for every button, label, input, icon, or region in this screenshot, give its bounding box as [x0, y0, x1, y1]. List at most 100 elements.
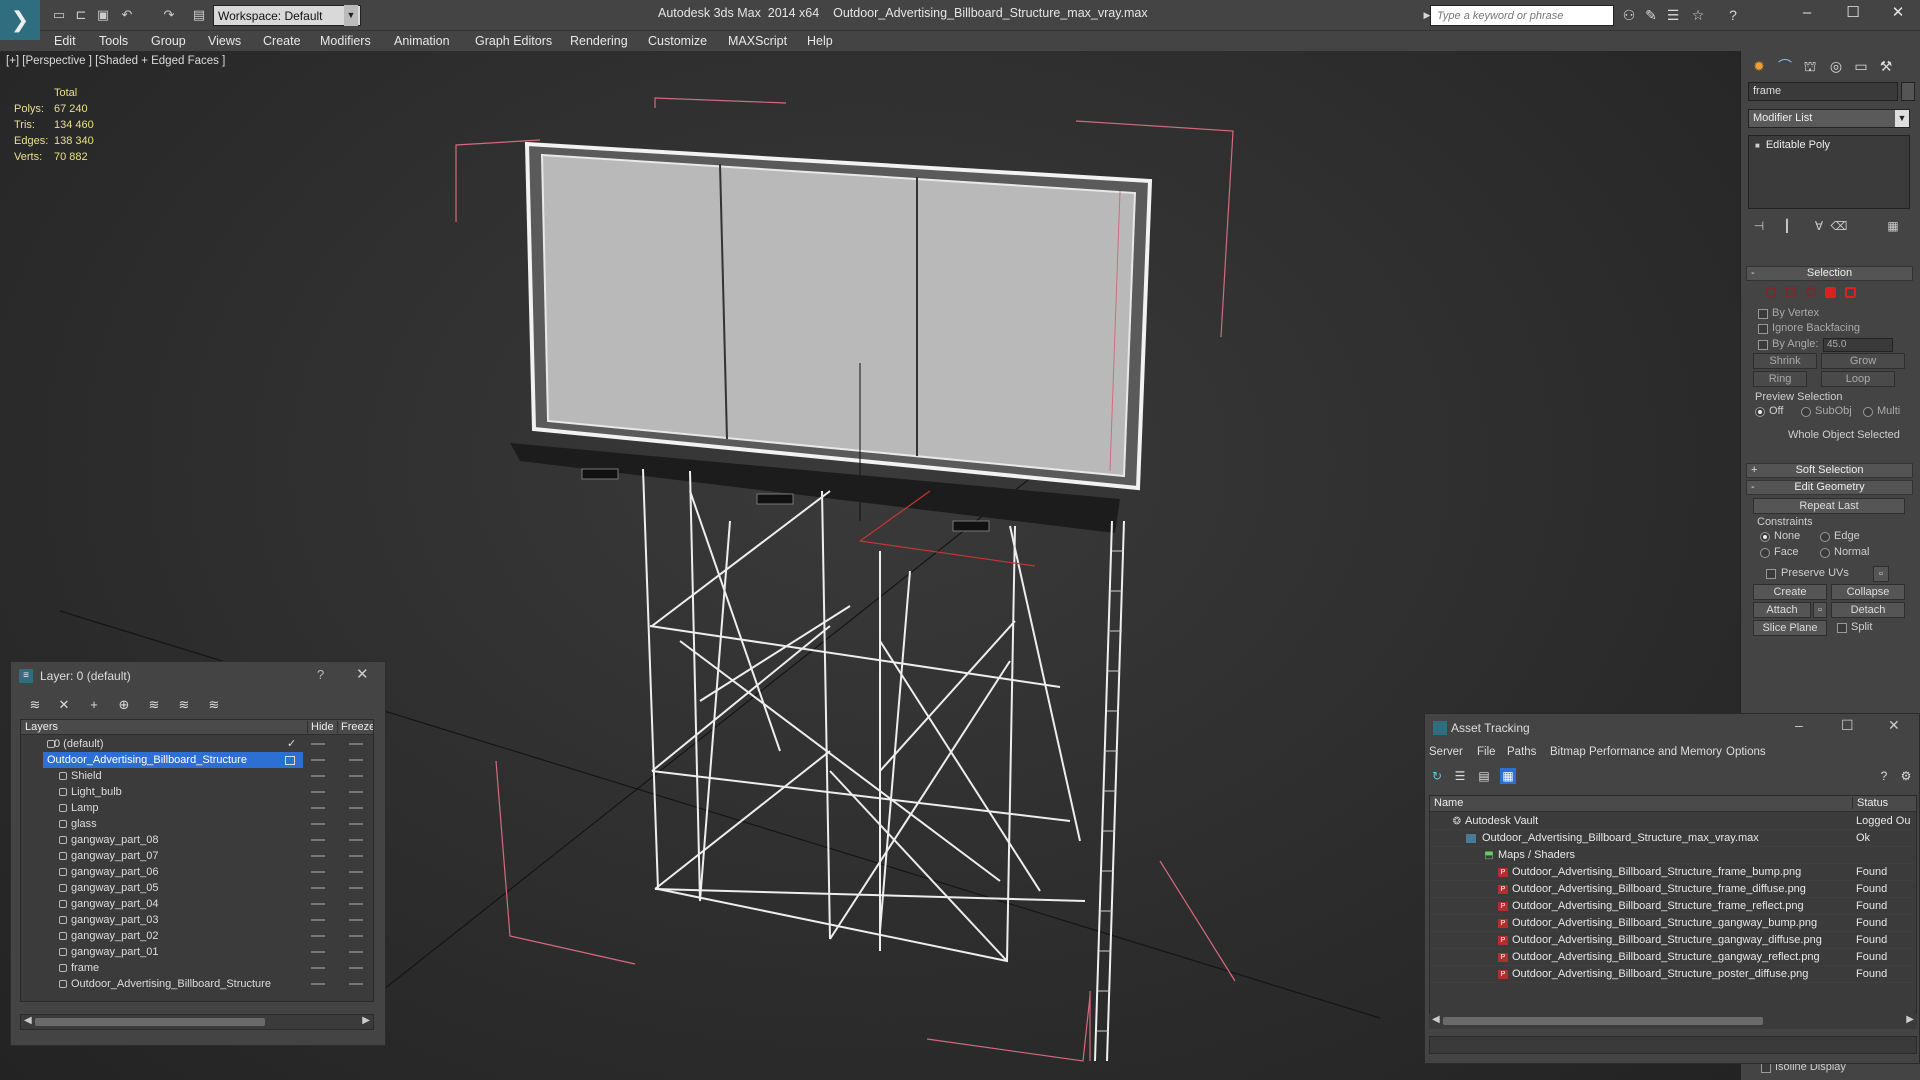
shrink-button[interactable]: Shrink [1753, 353, 1817, 369]
loop-button[interactable]: Loop [1821, 371, 1895, 387]
col-status[interactable]: Status [1852, 797, 1888, 809]
asset-scroll-right-icon[interactable]: ▶ [1906, 1014, 1914, 1025]
hide-toggle[interactable] [311, 871, 325, 873]
undo-icon[interactable]: ↶ [118, 6, 136, 24]
freeze-toggle[interactable] [349, 967, 363, 969]
menu-rendering[interactable]: Rendering [570, 32, 628, 50]
object-row[interactable]: gangway_part_02 [21, 928, 373, 944]
motion-tab-icon[interactable]: ◎ [1825, 56, 1847, 76]
asset-row[interactable]: P Outdoor_Advertising_Billboard_Structure… [1430, 949, 1916, 966]
search-input[interactable]: Type a keyword or phrase [1430, 5, 1614, 26]
object-row[interactable]: gangway_part_06 [21, 864, 373, 880]
freeze-toggle[interactable] [349, 759, 363, 761]
attach-button[interactable]: Attach [1753, 602, 1811, 618]
asset-row[interactable]: P Outdoor_Advertising_Billboard_Structure… [1430, 966, 1916, 983]
close-icon[interactable]: ✕ [1878, 2, 1918, 24]
show-end-result-icon[interactable]: ┃ [1778, 219, 1796, 237]
remove-modifier-icon[interactable]: ⌫ [1830, 219, 1848, 237]
split-checkbox[interactable] [1837, 623, 1847, 633]
asset-row[interactable]: P Outdoor_Advertising_Billboard_Structure… [1430, 864, 1916, 881]
freeze-toggle[interactable] [349, 983, 363, 985]
asset-help-icon[interactable]: ? [1876, 768, 1892, 784]
isoline-display-checkbox[interactable] [1761, 1063, 1771, 1073]
layer-window-titlebar[interactable]: ≡ Layer: 0 (default) ? ✕ [11, 662, 385, 690]
hide-toggle[interactable] [311, 775, 325, 777]
project-folder-icon[interactable]: ▤ [190, 6, 208, 24]
list-view-icon[interactable]: ☰ [1452, 768, 1468, 784]
stack-item-editable-poly[interactable]: Editable Poly [1755, 139, 1830, 151]
hide-toggle[interactable] [311, 823, 325, 825]
menu-views[interactable]: Views [208, 32, 241, 50]
asset-menu-file[interactable]: File [1477, 746, 1496, 758]
freeze-toggle[interactable] [349, 919, 363, 921]
hide-toggle[interactable] [311, 807, 325, 809]
layer-close-icon[interactable]: ✕ [356, 665, 369, 683]
object-row[interactable]: gangway_part_05 [21, 880, 373, 896]
menu-help[interactable]: Help [807, 32, 833, 50]
asset-horizontal-scrollbar[interactable]: ◀ ▶ [1429, 1014, 1917, 1029]
object-row[interactable]: Light_bulb [21, 784, 373, 800]
modifier-list-dropdown[interactable]: Modifier List ▼ [1748, 109, 1910, 128]
favorites-star-icon[interactable]: ☆ [1688, 6, 1708, 24]
hide-toggle[interactable] [311, 903, 325, 905]
freeze-toggle[interactable] [349, 839, 363, 841]
freeze-toggle[interactable] [349, 823, 363, 825]
modify-tab-icon[interactable]: ⌒ [1774, 56, 1796, 76]
viewport-label[interactable]: [+] [Perspective ] [Shaded + Edged Faces… [6, 55, 225, 67]
edit-geometry-rollout-header[interactable]: - Edit Geometry [1746, 480, 1913, 495]
object-name-field[interactable]: frame [1748, 82, 1898, 101]
hide-toggle[interactable] [311, 743, 325, 745]
object-row[interactable]: gangway_part_08 [21, 832, 373, 848]
object-row[interactable]: frame [21, 960, 373, 976]
repeat-last-button[interactable]: Repeat Last [1753, 498, 1905, 514]
menu-graph-editors[interactable]: Graph Editors [475, 32, 552, 50]
asset-minimize-icon[interactable]: – [1795, 717, 1803, 733]
asset-menu-paths[interactable]: Paths [1507, 746, 1536, 758]
layer-help-button[interactable]: ? [317, 667, 324, 682]
polygon-mode-icon[interactable] [1825, 287, 1836, 298]
scroll-thumb[interactable] [35, 1018, 265, 1026]
preview-off-radio[interactable] [1755, 407, 1765, 417]
constraint-face-radio[interactable] [1760, 548, 1770, 558]
collapse-button[interactable]: Collapse [1831, 584, 1905, 600]
col-name[interactable]: Name [1434, 797, 1463, 809]
asset-row[interactable]: ⬒ Maps / Shaders [1430, 847, 1916, 864]
app-logo-icon[interactable]: ❯ [0, 0, 40, 40]
asset-close-icon[interactable]: ✕ [1888, 717, 1900, 734]
create-tab-icon[interactable]: ✹ [1748, 56, 1770, 76]
preserve-uvs-settings-icon[interactable]: ▫ [1873, 566, 1889, 582]
object-color-swatch[interactable] [1901, 82, 1915, 101]
asset-menu-options[interactable]: Options [1726, 746, 1766, 758]
binoculars-icon[interactable]: ⚇ [1619, 6, 1639, 24]
grow-button[interactable]: Grow [1821, 353, 1905, 369]
asset-row[interactable]: P Outdoor_Advertising_Billboard_Structure… [1430, 932, 1916, 949]
active-layer-check-icon[interactable]: ✓ [287, 736, 296, 752]
object-row[interactable]: gangway_part_01 [21, 944, 373, 960]
hide-toggle[interactable] [311, 791, 325, 793]
asset-scroll-thumb[interactable] [1443, 1017, 1763, 1025]
vertex-mode-icon[interactable] [1766, 287, 1776, 297]
freeze-toggle[interactable] [349, 951, 363, 953]
asset-row[interactable]: Outdoor_Advertising_Billboard_Structure_… [1430, 830, 1916, 847]
asset-row[interactable]: ❂ Autodesk Vault Logged Ou [1430, 813, 1916, 830]
freeze-toggle[interactable] [349, 855, 363, 857]
hierarchy-tab-icon[interactable]: ⛫ [1799, 56, 1821, 76]
menu-create[interactable]: Create [263, 32, 301, 50]
select-objects-icon[interactable]: ⊕ [114, 696, 134, 714]
freeze-toggle[interactable] [349, 935, 363, 937]
preserve-uvs-checkbox[interactable] [1766, 569, 1776, 579]
highlight-layer-icon[interactable]: ≋ [144, 696, 164, 714]
asset-row[interactable]: P Outdoor_Advertising_Billboard_Structure… [1430, 898, 1916, 915]
refresh-icon[interactable]: ↻ [1429, 768, 1445, 784]
constraint-edge-radio[interactable] [1820, 532, 1830, 542]
add-to-layer-icon[interactable]: + [84, 696, 104, 714]
preview-multi-radio[interactable] [1863, 407, 1873, 417]
freeze-toggle[interactable] [349, 743, 363, 745]
object-row[interactable]: gangway_part_04 [21, 896, 373, 912]
object-row[interactable]: gangway_part_07 [21, 848, 373, 864]
freeze-toggle[interactable] [349, 807, 363, 809]
object-row[interactable]: Shield [21, 768, 373, 784]
open-file-icon[interactable]: ⊏ [72, 6, 90, 24]
slice-plane-button[interactable]: Slice Plane [1753, 620, 1827, 636]
workspace-dropdown[interactable]: Workspace: Default [213, 5, 361, 26]
